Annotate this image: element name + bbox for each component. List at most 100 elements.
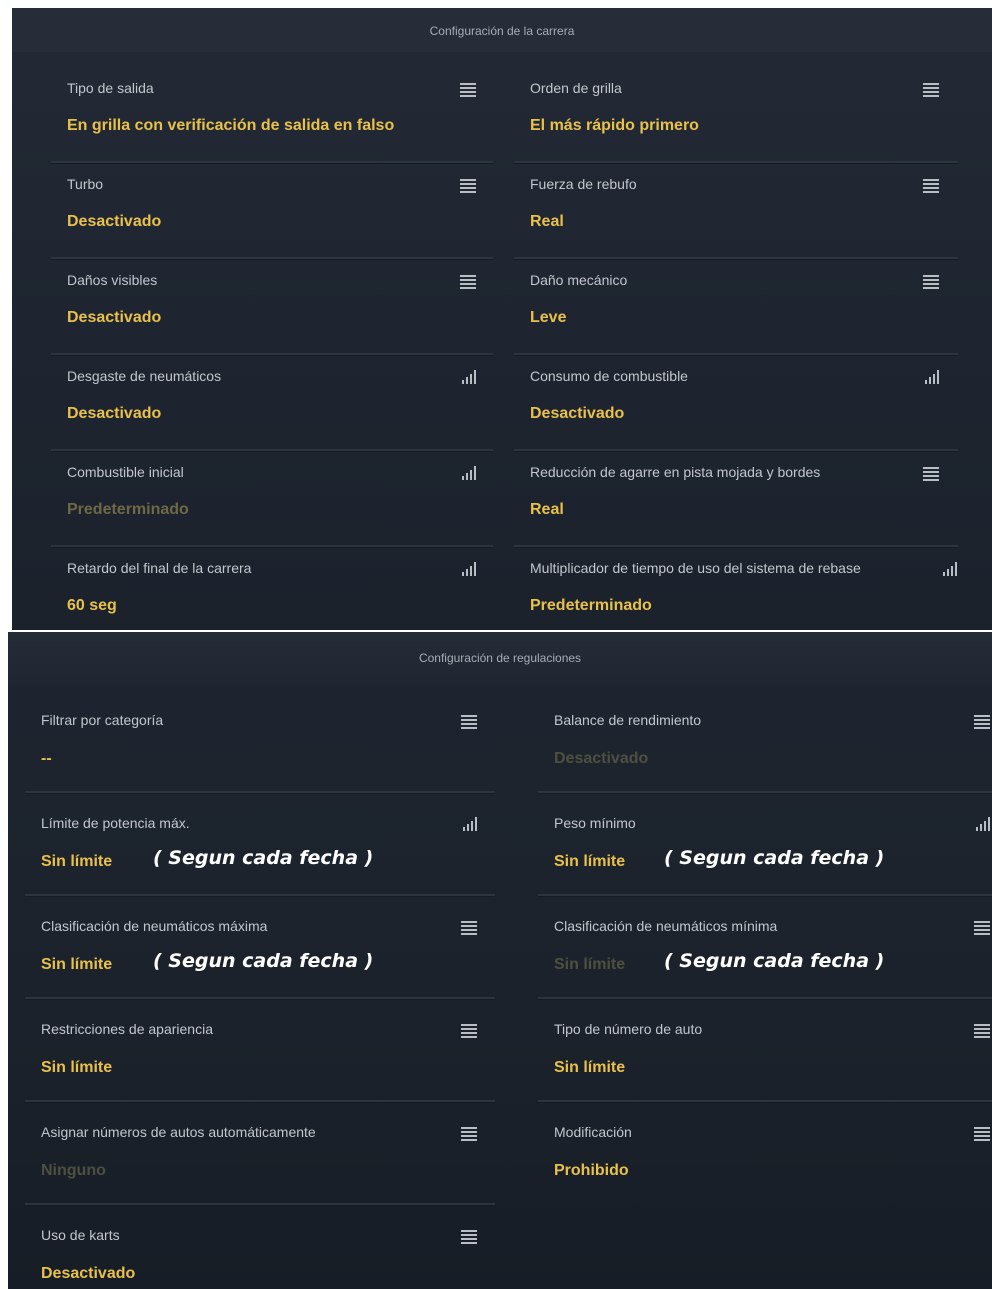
race-config-title: Configuración de la carrera	[12, 8, 992, 52]
setting-modification[interactable]: Modificación Prohibido	[554, 1124, 992, 1224]
setting-category-filter[interactable]: Filtrar por categoría --	[25, 712, 495, 812]
setting-value: Desactivado	[41, 1265, 136, 1282]
divider	[25, 997, 495, 1000]
setting-label: Consumo de combustible	[530, 368, 688, 384]
menu-icon	[461, 1229, 477, 1244]
setting-finish-delay[interactable]: Retardo del final de la carrera 60 seg	[67, 560, 493, 630]
setting-value: Sin límite	[554, 956, 626, 973]
race-config-panel: Configuración de la carrera Tipo de sali…	[12, 8, 992, 630]
divider	[51, 449, 493, 452]
setting-label: Restricciones de apariencia	[41, 1021, 213, 1037]
setting-label: Filtrar por categoría	[41, 712, 164, 728]
setting-label: Peso mínimo	[554, 815, 636, 831]
setting-car-number-type[interactable]: Tipo de número de auto Sin límite	[538, 1021, 992, 1121]
divider	[538, 1100, 992, 1103]
divider	[514, 545, 958, 548]
setting-overtake-multiplier[interactable]: Multiplicador de tiempo de uso del siste…	[530, 560, 958, 630]
setting-label: Clasificación de neumáticos máxima	[41, 918, 268, 934]
setting-value: Real	[530, 501, 564, 518]
setting-label: Balance de rendimiento	[554, 712, 702, 728]
setting-value: Leve	[530, 309, 567, 326]
setting-min-tyre-class[interactable]: Clasificación de neumáticos mínima Sin l…	[538, 918, 992, 1018]
setting-label: Modificación	[554, 1124, 632, 1140]
menu-icon	[461, 1023, 477, 1038]
setting-value: Sin límite	[41, 853, 113, 870]
setting-max-power[interactable]: Límite de potencia máx. Sin límite ( Seg…	[25, 815, 495, 915]
setting-value: Prohibido	[554, 1162, 629, 1179]
divider	[514, 353, 958, 356]
setting-min-weight[interactable]: Peso mínimo Sin límite ( Segun cada fech…	[538, 815, 992, 915]
divider	[538, 894, 992, 897]
setting-value: Sin límite	[41, 956, 113, 973]
setting-turbo[interactable]: Turbo Desactivado	[51, 176, 493, 260]
divider	[25, 894, 495, 897]
setting-value: 60 seg	[67, 597, 117, 614]
menu-icon	[460, 82, 476, 97]
setting-value: Desactivado	[67, 309, 162, 326]
note-annotation: ( Segun cada fecha )	[153, 847, 374, 869]
setting-slipstream[interactable]: Fuerza de rebufo Real	[514, 176, 958, 260]
menu-icon	[974, 714, 990, 729]
setting-fuel-consumption[interactable]: Consumo de combustible Desactivado	[514, 368, 958, 452]
bars-icon	[974, 817, 990, 831]
setting-visible-damage[interactable]: Daños visibles Desactivado	[51, 272, 493, 356]
setting-grip-reduction[interactable]: Reducción de agarre en pista mojada y bo…	[514, 464, 958, 548]
divider	[25, 791, 495, 794]
note-annotation: ( Segun cada fecha )	[664, 847, 885, 869]
setting-label: Retardo del final de la carrera	[67, 560, 252, 576]
setting-label: Límite de potencia máx.	[41, 815, 190, 831]
setting-initial-fuel[interactable]: Combustible inicial Predeterminado	[51, 464, 493, 548]
setting-label: Fuerza de rebufo	[530, 176, 637, 192]
setting-value: Predeterminado	[530, 597, 652, 614]
divider	[538, 791, 992, 794]
setting-value: En grilla con verificación de salida en …	[67, 117, 395, 134]
setting-mechanical-damage[interactable]: Daño mecánico Leve	[514, 272, 958, 356]
setting-label: Combustible inicial	[67, 464, 184, 480]
setting-value: Predeterminado	[67, 501, 189, 518]
regulations-config-panel: Configuración de regulaciones Filtrar po…	[8, 632, 992, 1289]
setting-label: Turbo	[67, 176, 104, 192]
note-annotation: ( Segun cada fecha )	[153, 950, 374, 972]
bars-icon	[460, 562, 476, 576]
setting-appearance-restrictions[interactable]: Restricciones de apariencia Sin límite	[25, 1021, 495, 1121]
setting-performance-balance[interactable]: Balance de rendimiento Desactivado	[538, 712, 992, 812]
setting-max-tyre-class[interactable]: Clasificación de neumáticos máxima Sin l…	[25, 918, 495, 1018]
setting-label: Daño mecánico	[530, 272, 628, 288]
setting-grid-order[interactable]: Orden de grilla El más rápido primero	[514, 80, 958, 164]
setting-value: Desactivado	[554, 750, 649, 767]
menu-icon	[461, 920, 477, 935]
menu-icon	[923, 274, 939, 289]
setting-tyre-wear[interactable]: Desgaste de neumáticos Desactivado	[51, 368, 493, 452]
setting-label: Tipo de salida	[67, 80, 154, 96]
divider	[25, 1100, 495, 1103]
setting-label: Clasificación de neumáticos mínima	[554, 918, 778, 934]
menu-icon	[461, 714, 477, 729]
setting-start-type[interactable]: Tipo de salida En grilla con verificació…	[51, 80, 493, 164]
setting-value: Sin límite	[41, 1059, 113, 1076]
menu-icon	[460, 178, 476, 193]
regulations-config-title: Configuración de regulaciones	[8, 632, 992, 686]
setting-label: Tipo de número de auto	[554, 1021, 703, 1037]
bars-icon	[460, 466, 476, 480]
menu-icon	[461, 1126, 477, 1141]
setting-label: Uso de karts	[41, 1227, 120, 1243]
menu-icon	[974, 1126, 990, 1141]
setting-label: Daños visibles	[67, 272, 158, 288]
setting-value: Desactivado	[67, 213, 162, 230]
setting-label: Orden de grilla	[530, 80, 622, 96]
divider	[51, 545, 493, 548]
setting-kart-usage[interactable]: Uso de karts Desactivado	[41, 1227, 495, 1289]
setting-auto-car-numbers[interactable]: Asignar números de autos automáticamente…	[25, 1124, 495, 1224]
setting-value: Desactivado	[67, 405, 162, 422]
bars-icon	[461, 817, 477, 831]
setting-value: Sin límite	[554, 853, 626, 870]
setting-value: Ninguno	[41, 1162, 106, 1179]
setting-label: Multiplicador de tiempo de uso del siste…	[530, 560, 861, 576]
setting-label: Desgaste de neumáticos	[67, 368, 222, 384]
menu-icon	[923, 466, 939, 481]
menu-icon	[974, 1023, 990, 1038]
setting-label: Reducción de agarre en pista mojada y bo…	[530, 464, 821, 480]
divider	[514, 449, 958, 452]
menu-icon	[460, 274, 476, 289]
setting-label: Asignar números de autos automáticamente	[41, 1124, 316, 1140]
